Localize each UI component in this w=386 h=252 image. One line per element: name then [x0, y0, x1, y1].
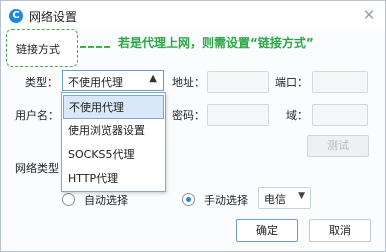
proxy-type-dropdown: 不使用代理 使用浏览器设置 SOCKS5代理 HTTP代理 — [61, 92, 166, 192]
tab-label: 链接方式 — [16, 43, 60, 56]
tab-connection-method[interactable]: 链接方式 — [6, 29, 78, 67]
proxy-type-value: 不使用代理 — [68, 76, 123, 89]
dropdown-item-http[interactable]: HTTP代理 — [63, 167, 164, 191]
network-settings-dialog: C 网络设置 ✕ 链接方式 若是代理上网，则需设置“链接方式” 类型： 不使用代… — [0, 0, 386, 252]
domain-input[interactable] — [312, 104, 368, 126]
address-label: 地址： — [172, 76, 205, 89]
password-label: 密码： — [172, 109, 205, 122]
isp-value: 电信 — [264, 193, 286, 206]
ok-button[interactable]: 确定 — [236, 219, 298, 242]
auto-select-label: 自动选择 — [84, 194, 128, 207]
manual-select-radio[interactable] — [182, 193, 195, 206]
dialog-title: 网络设置 — [29, 10, 78, 24]
port-label: 端口： — [275, 76, 308, 89]
username-label: 用户名： — [15, 109, 59, 122]
test-button[interactable]: 测试 — [307, 135, 369, 157]
network-type-label: 网络类型 — [15, 162, 59, 175]
app-logo-icon: C — [9, 9, 23, 23]
address-input[interactable] — [207, 71, 269, 93]
chevron-down-icon: ▼ — [298, 191, 305, 201]
isp-select[interactable]: 电信 ▼ — [258, 187, 311, 209]
cancel-button[interactable]: 取消 — [309, 219, 371, 242]
proxy-type-select[interactable]: 不使用代理 ▲ — [62, 70, 164, 91]
auto-select-radio[interactable] — [62, 193, 75, 206]
annotation-text: 若是代理上网，则需设置“链接方式” — [118, 36, 314, 50]
dropdown-item-browser-settings[interactable]: 使用浏览器设置 — [63, 119, 164, 143]
type-label: 类型： — [25, 76, 58, 89]
chevron-up-icon: ▲ — [149, 73, 157, 84]
domain-label: 域： — [286, 109, 308, 122]
password-input[interactable] — [207, 104, 269, 126]
dropdown-item-no-proxy[interactable]: 不使用代理 — [63, 95, 164, 119]
dropdown-item-socks5[interactable]: SOCKS5代理 — [63, 143, 164, 167]
port-input[interactable] — [312, 71, 368, 93]
manual-select-label: 手动选择 — [204, 194, 248, 207]
annotation-dashed-line — [80, 46, 110, 48]
close-icon[interactable]: ✕ — [361, 7, 377, 23]
title-bar: C 网络设置 ✕ — [1, 1, 385, 31]
